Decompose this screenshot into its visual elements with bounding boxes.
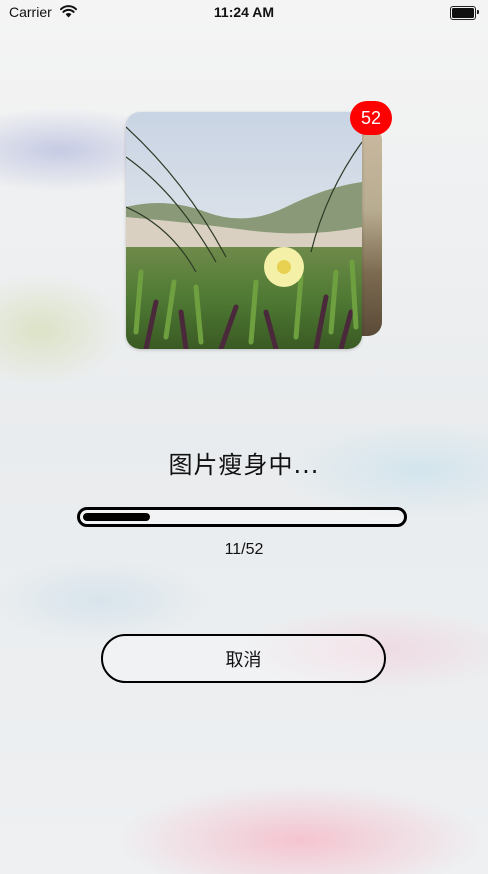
- battery-icon: [450, 6, 479, 20]
- cancel-button-label: 取消: [225, 649, 262, 671]
- photo-thumbnail: [126, 112, 362, 349]
- photo-stack: 52: [126, 101, 392, 352]
- status-bar: Carrier 11:24 AM: [0, 0, 488, 26]
- compress-title: 图片瘦身中...: [168, 451, 320, 479]
- progress-count: 11/52: [224, 541, 264, 558]
- progress-bar: [77, 507, 407, 527]
- cancel-button[interactable]: 取消: [101, 634, 386, 683]
- status-time: 11:24 AM: [213, 4, 275, 20]
- progress-bar-fill: [83, 513, 150, 521]
- photo-count-badge: 52: [350, 101, 392, 135]
